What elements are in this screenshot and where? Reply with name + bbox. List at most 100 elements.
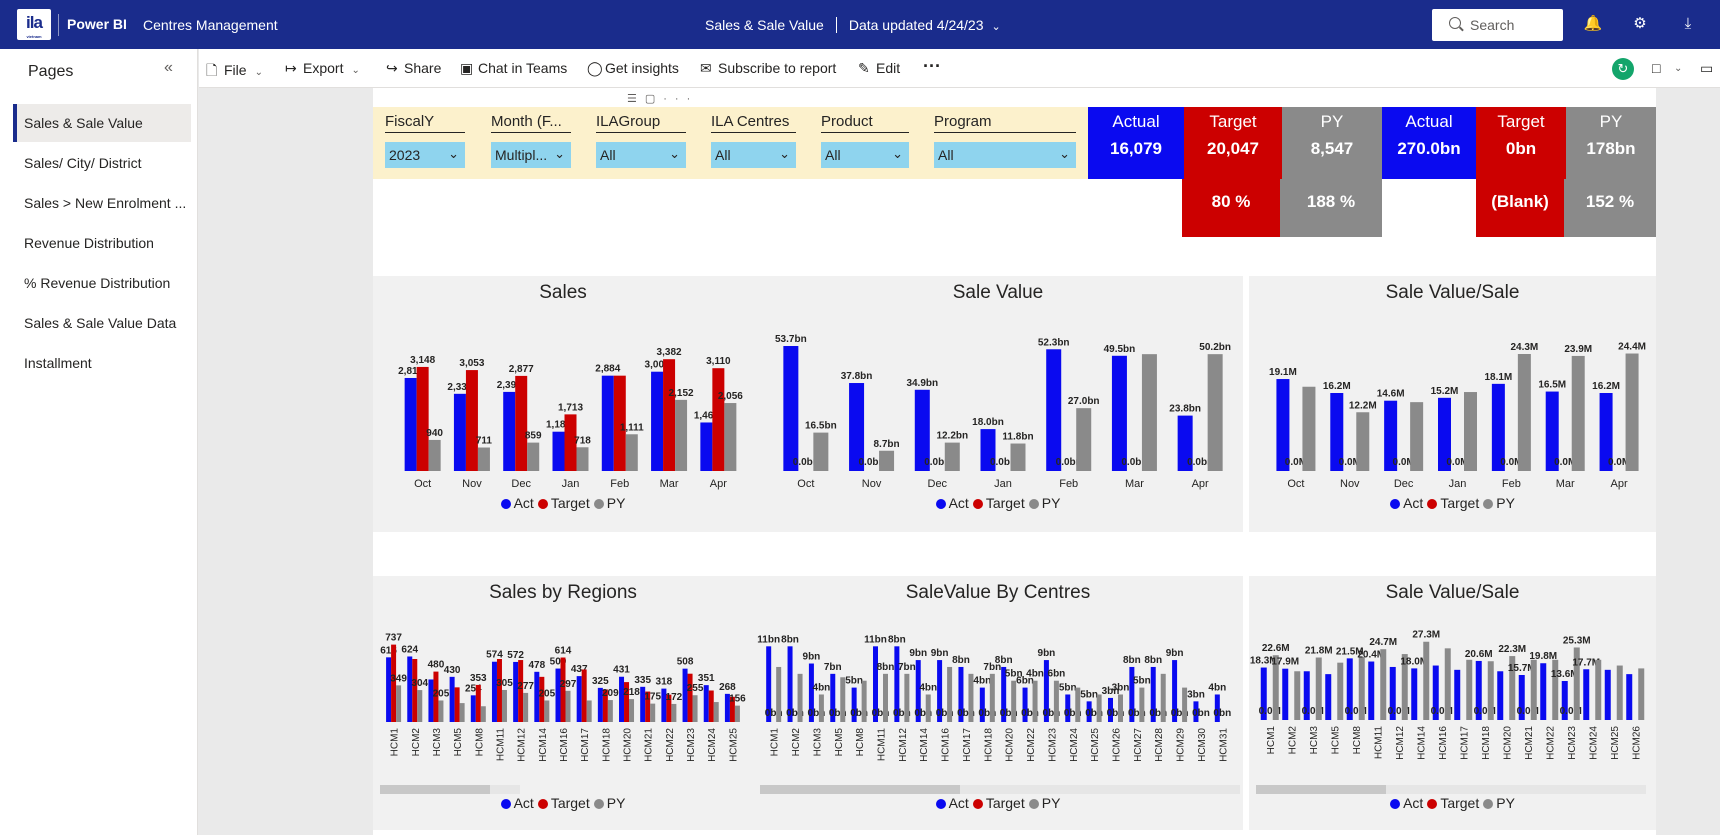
- bar-py-hcm5[interactable]: [459, 703, 465, 722]
- action-chat-in-teams[interactable]: ▣ Chat in Teams: [460, 60, 567, 77]
- bar-target-oct[interactable]: [416, 366, 429, 471]
- legend-item-target[interactable]: Target: [972, 795, 1025, 811]
- legend-item-py[interactable]: PY: [1483, 795, 1515, 811]
- bar-py-nov[interactable]: [477, 447, 490, 471]
- scrollbar-thumb[interactable]: [1256, 785, 1386, 794]
- bar-py-hcm16[interactable]: [947, 666, 953, 722]
- bar-target-nov[interactable]: [465, 370, 478, 471]
- bar-target-hcm23[interactable]: [687, 673, 693, 722]
- bar-act-hcm14[interactable]: [1411, 668, 1418, 720]
- horizontal-scrollbar[interactable]: [760, 785, 1240, 794]
- bar-py-hcm14[interactable]: [1423, 641, 1430, 720]
- bar-py-feb[interactable]: [1076, 408, 1092, 471]
- gear-icon[interactable]: ⚙: [1630, 14, 1650, 34]
- bar-act-mar[interactable]: [1111, 355, 1127, 471]
- legend-item-act[interactable]: Act: [500, 495, 534, 511]
- bar-act-nov[interactable]: [453, 393, 466, 471]
- bar-target-hcm8[interactable]: [475, 684, 481, 722]
- bar-py-hcm26[interactable]: [1638, 668, 1645, 720]
- chart-legend[interactable]: Act Target PY: [1249, 495, 1656, 511]
- chart-legend[interactable]: Act Target PY: [373, 495, 753, 511]
- bar-py-hcm20[interactable]: [1011, 680, 1017, 722]
- workspace-name[interactable]: Centres Management: [143, 17, 278, 33]
- bookmark-dropdown-icon[interactable]: ⌄: [1674, 63, 1682, 74]
- bar-py-jan[interactable]: [576, 447, 589, 471]
- slicer-ila-centres[interactable]: ILA Centres All ⌄: [711, 113, 796, 173]
- bar-py-feb[interactable]: [1517, 354, 1531, 471]
- bar-act-hcm2[interactable]: [1282, 668, 1289, 720]
- scrollbar-thumb[interactable]: [760, 785, 960, 794]
- chart-panel-sales[interactable]: Sales 2,814 3,148 940 Oct 2,335 3,053 711 Nov 2,3…: [373, 276, 753, 532]
- legend-item-act[interactable]: Act: [1390, 495, 1423, 511]
- bar-py-hcm8[interactable]: [480, 706, 486, 722]
- bar-act-feb[interactable]: [1046, 349, 1062, 471]
- bar-py-hcm5[interactable]: [1337, 662, 1344, 720]
- legend-item-target[interactable]: Target: [537, 795, 590, 811]
- bar-py-hcm3[interactable]: [1315, 657, 1322, 720]
- bar-act-hcm16[interactable]: [555, 668, 561, 722]
- bar-py-mar[interactable]: [675, 399, 688, 471]
- bar-target-hcm17[interactable]: [581, 669, 587, 723]
- chart-panel-sale_value[interactable]: Sale Value 53.7bn 0.0bn 16.5bn Oct 37.8bn 0.0b…: [753, 276, 1243, 532]
- bar-py-hcm24[interactable]: [713, 702, 719, 722]
- bar-act-hcm1[interactable]: [386, 657, 392, 722]
- chart-legend[interactable]: Act Target PY: [753, 795, 1243, 811]
- action-get-insights[interactable]: ◯ Get insights: [587, 60, 679, 77]
- bar-act-dec[interactable]: [503, 391, 516, 471]
- view-mode-icon[interactable]: ▭: [1700, 60, 1713, 77]
- slicer-product[interactable]: Product All ⌄: [821, 113, 909, 173]
- page-item[interactable]: % Revenue Distribution: [13, 264, 191, 302]
- bar-py-hcm25[interactable]: [1096, 694, 1102, 722]
- bar-py-hcm11[interactable]: [883, 673, 888, 722]
- page-item[interactable]: Sales > New Enrolment ...: [13, 184, 191, 222]
- bar-act-apr[interactable]: [700, 422, 713, 471]
- legend-item-py[interactable]: PY: [593, 795, 625, 811]
- bar-act-hcm24[interactable]: [703, 685, 709, 722]
- bar-py-hcm24[interactable]: [1595, 659, 1602, 720]
- slicer-program[interactable]: Program All ⌄: [934, 113, 1076, 173]
- bar-py-hcm2[interactable]: [797, 673, 803, 722]
- bar-act-oct[interactable]: [783, 346, 799, 471]
- slicer-dropdown[interactable]: All ⌄: [711, 142, 796, 168]
- bar-act-hcm26[interactable]: [1626, 674, 1633, 720]
- legend-item-act[interactable]: Act: [1390, 795, 1423, 811]
- bookmark-icon[interactable]: □: [1652, 60, 1660, 76]
- bar-target-mar[interactable]: [663, 359, 676, 471]
- bar-py-hcm16[interactable]: [1444, 648, 1451, 720]
- legend-item-target[interactable]: Target: [972, 495, 1025, 511]
- bar-py-jan[interactable]: [1010, 443, 1026, 471]
- slicer-fiscaly[interactable]: FiscalY 2023 ⌄: [385, 113, 465, 173]
- page-item[interactable]: Sales/ City/ District: [13, 144, 191, 182]
- bar-py-hcm8[interactable]: [861, 680, 867, 722]
- bar-act-hcm8[interactable]: [470, 695, 476, 722]
- bar-act-hcm17[interactable]: [576, 676, 582, 722]
- bar-py-hcm27[interactable]: [1139, 687, 1145, 722]
- legend-item-py[interactable]: PY: [1028, 795, 1060, 811]
- action-share[interactable]: ↪ Share: [386, 60, 441, 77]
- page-item[interactable]: Sales & Sale Value: [13, 104, 191, 142]
- bar-py-hcm21[interactable]: [1530, 659, 1537, 720]
- bar-py-oct[interactable]: [813, 432, 829, 471]
- action-edit[interactable]: ✎ Edit: [858, 60, 900, 77]
- bar-act-hcm5[interactable]: [1325, 674, 1332, 720]
- page-item[interactable]: Sales & Sale Value Data: [13, 304, 191, 342]
- chevron-down-icon[interactable]: ⌄: [992, 20, 1001, 33]
- collapse-pane-icon[interactable]: «: [164, 59, 173, 77]
- legend-item-act[interactable]: Act: [935, 795, 969, 811]
- bar-py-hcm21[interactable]: [650, 703, 656, 722]
- legend-item-target[interactable]: Target: [537, 495, 590, 511]
- bar-py-jan[interactable]: [1464, 392, 1477, 471]
- bar-py-feb[interactable]: [625, 434, 638, 471]
- bar-py-hcm2[interactable]: [1294, 671, 1301, 720]
- chart-legend[interactable]: Act Target PY: [753, 495, 1243, 511]
- action-file[interactable]: 🗋 File ⌄: [206, 60, 263, 84]
- bar-py-hcm2[interactable]: [417, 690, 423, 722]
- action-export[interactable]: ↦ Export ⌄: [285, 60, 360, 77]
- bar-py-hcm25[interactable]: [734, 705, 740, 722]
- bar-py-oct[interactable]: [1302, 386, 1316, 471]
- bar-act-hcm2[interactable]: [407, 656, 413, 722]
- refresh-icon[interactable]: ↻: [1612, 58, 1634, 80]
- bar-py-apr[interactable]: [1207, 354, 1223, 471]
- legend-item-py[interactable]: PY: [1483, 495, 1515, 511]
- bar-py-mar[interactable]: [1141, 354, 1157, 471]
